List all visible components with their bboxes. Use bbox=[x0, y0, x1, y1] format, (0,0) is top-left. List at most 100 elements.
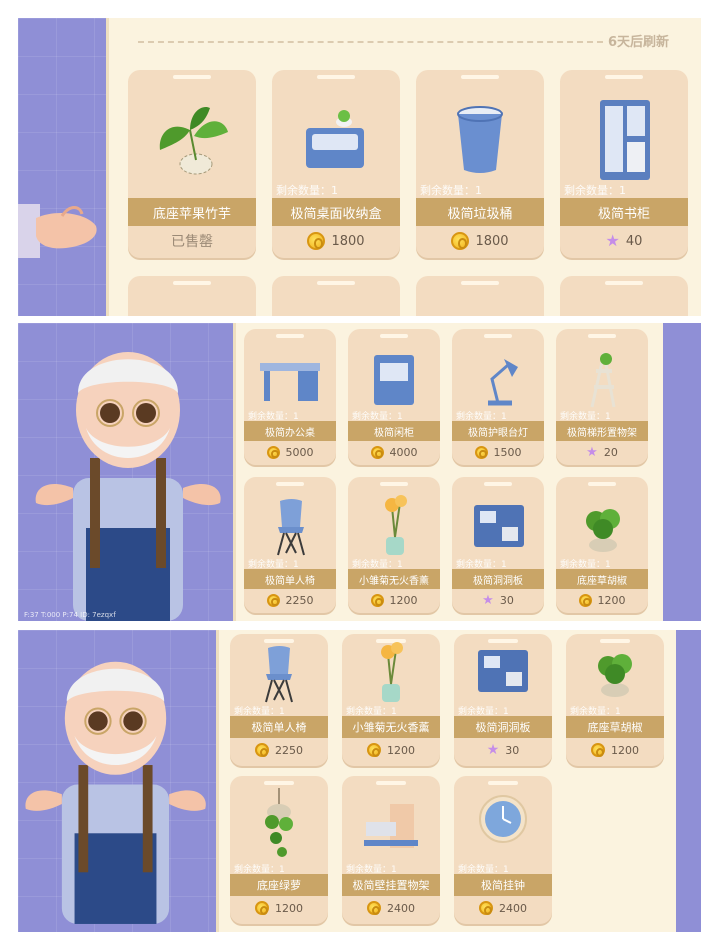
coin-icon bbox=[307, 232, 326, 250]
wall-shelf-icon bbox=[364, 804, 418, 848]
price-row: 1800 bbox=[272, 230, 400, 252]
shop-item-card[interactable]: 剩余数量：1 小雏菊无火香薰 1200 bbox=[342, 634, 440, 766]
item-name: 小雏菊无火香薰 bbox=[342, 716, 440, 738]
item-price: 2250 bbox=[285, 593, 314, 607]
item-price: 1500 bbox=[493, 445, 522, 459]
refresh-countdown: 6天后刷新 bbox=[608, 35, 670, 50]
grandpa-character bbox=[35, 352, 221, 621]
pegboard-icon bbox=[474, 505, 524, 547]
potted-peperomia-icon bbox=[586, 509, 620, 552]
item-name: 底座草胡椒 bbox=[566, 716, 664, 738]
item-price: 30 bbox=[505, 743, 520, 757]
item-price: 1200 bbox=[597, 593, 626, 607]
shop-item-card[interactable]: 剩余数量：1 极简垃圾桶 1800 bbox=[416, 70, 544, 258]
coin-icon bbox=[370, 445, 384, 459]
coin-icon bbox=[591, 743, 605, 757]
card-hanger bbox=[488, 639, 518, 643]
shop-item-card[interactable] bbox=[128, 276, 256, 316]
ladder-shelf-icon bbox=[590, 352, 616, 408]
shop-item-card[interactable]: 剩余数量：1 极简闲柜 4000 bbox=[348, 329, 440, 465]
price-row: 1800 bbox=[416, 230, 544, 252]
shop-item-card[interactable]: 剩余数量：1 底座草胡椒 1200 bbox=[556, 477, 648, 613]
shop-item-card[interactable]: 剩余数量：1 极简洞洞板 ★ 30 bbox=[452, 477, 544, 613]
card-hanger bbox=[460, 281, 500, 285]
desk-lamp-icon bbox=[488, 359, 518, 406]
star-currency-icon: ★ bbox=[486, 742, 500, 758]
card-hanger bbox=[488, 781, 518, 785]
card-hanger bbox=[264, 639, 294, 643]
bookcase-icon bbox=[600, 100, 650, 180]
price-row: 2400 bbox=[454, 898, 552, 918]
item-price: 1200 bbox=[389, 593, 418, 607]
star-currency-icon: ★ bbox=[605, 231, 620, 250]
card-hanger bbox=[316, 75, 356, 79]
shop-item-card[interactable]: 剩余数量：1 底座绿萝 1200 bbox=[230, 776, 328, 924]
shop-item-card[interactable]: 剩余数量：1 极简办公桌 5000 bbox=[244, 329, 336, 465]
price-row: 2250 bbox=[230, 740, 328, 760]
item-name: 极简挂钟 bbox=[454, 874, 552, 896]
chair-icon bbox=[277, 499, 305, 556]
shop-item-card[interactable]: 剩余数量：1 极简挂钟 2400 bbox=[454, 776, 552, 924]
shop-item-card[interactable]: 剩余数量：1 极简单人椅 2250 bbox=[244, 477, 336, 613]
shop-item-card[interactable]: 剩余数量：1 极简壁挂置物架 2400 bbox=[342, 776, 440, 924]
item-name: 极简壁挂置物架 bbox=[342, 874, 440, 896]
card-hanger bbox=[588, 334, 616, 338]
item-price: 1800 bbox=[331, 233, 365, 249]
item-price: 2400 bbox=[387, 901, 415, 915]
shop-item-card[interactable]: 剩余数量：1 极简单人椅 2250 bbox=[230, 634, 328, 766]
shop-item-card[interactable]: 剩余数量：1 极简桌面收纳盒 1800 bbox=[272, 70, 400, 258]
card-hanger bbox=[460, 75, 500, 79]
item-price: 1200 bbox=[275, 901, 303, 915]
price-row: 2400 bbox=[342, 898, 440, 918]
remaining-quantity: 剩余数量：1 bbox=[276, 184, 338, 197]
shop-item-card[interactable]: 剩余数量：1 极简梯形置物架 ★ 20 bbox=[556, 329, 648, 465]
card-hanger bbox=[276, 482, 304, 486]
coin-icon bbox=[370, 593, 384, 607]
grandpa-character bbox=[25, 661, 206, 924]
item-price: 1200 bbox=[611, 743, 639, 757]
screenshot-panel-2: F:37 T:000 P:74 ID: 7ezqxf 剩余数量：1 极简办公桌 … bbox=[18, 323, 701, 621]
price-row: 4000 bbox=[348, 443, 440, 461]
item-name: 极简办公桌 bbox=[244, 421, 336, 441]
shop-item-card[interactable] bbox=[416, 276, 544, 316]
refresh-divider bbox=[138, 41, 603, 43]
shop-item-card[interactable]: 底座苹果竹芋 已售罄 bbox=[128, 70, 256, 258]
item-price: 2400 bbox=[499, 901, 527, 915]
shop-item-card[interactable]: 剩余数量：1 小雏菊无火香薰 1200 bbox=[348, 477, 440, 613]
item-name: 极简闲柜 bbox=[348, 421, 440, 441]
item-price: 30 bbox=[499, 593, 514, 607]
shop-item-card[interactable] bbox=[272, 276, 400, 316]
item-name: 极简洞洞板 bbox=[452, 569, 544, 589]
coin-icon bbox=[451, 232, 470, 250]
card-hanger bbox=[484, 334, 512, 338]
shop-item-card[interactable]: 剩余数量：1 极简洞洞板 ★ 30 bbox=[454, 634, 552, 766]
item-name: 底座草胡椒 bbox=[556, 569, 648, 589]
potted-plant-icon bbox=[159, 106, 228, 175]
coin-icon bbox=[479, 901, 493, 915]
debug-hud: F:37 T:000 P:74 ID: 7ezqxf bbox=[24, 611, 116, 619]
shop-item-card[interactable]: 剩余数量：1 极简书柜 ★ 40 bbox=[560, 70, 688, 258]
shop-item-card[interactable] bbox=[560, 276, 688, 316]
card-hanger bbox=[316, 281, 356, 285]
card-hanger bbox=[604, 281, 644, 285]
shop-item-card[interactable]: 剩余数量：1 极简护眼台灯 1500 bbox=[452, 329, 544, 465]
character-hand bbox=[18, 204, 97, 258]
card-hanger bbox=[264, 781, 294, 785]
price-row: 1200 bbox=[230, 898, 328, 918]
card-hanger bbox=[276, 334, 304, 338]
card-hanger bbox=[484, 482, 512, 486]
item-name: 底座绿萝 bbox=[230, 874, 328, 896]
card-hanger bbox=[376, 781, 406, 785]
screenshot-panel-1: 6天后刷新 底座苹果竹芋 已售罄 剩余数量：1 极简桌面收纳盒 1800 剩余数… bbox=[18, 18, 701, 316]
price-row: 已售罄 bbox=[128, 230, 256, 252]
item-price: 1800 bbox=[475, 233, 509, 249]
shop-item-card[interactable]: 剩余数量：1 底座草胡椒 1200 bbox=[566, 634, 664, 766]
price-row: ★ 40 bbox=[560, 230, 688, 252]
remaining-quantity: 剩余数量：1 bbox=[564, 184, 626, 197]
item-price: 40 bbox=[625, 233, 643, 249]
item-name: 极简书柜 bbox=[560, 198, 688, 226]
card-hanger bbox=[604, 75, 644, 79]
item-price: 1200 bbox=[387, 743, 415, 757]
potted-peperomia-icon bbox=[598, 654, 632, 697]
pegboard-icon bbox=[478, 650, 528, 692]
